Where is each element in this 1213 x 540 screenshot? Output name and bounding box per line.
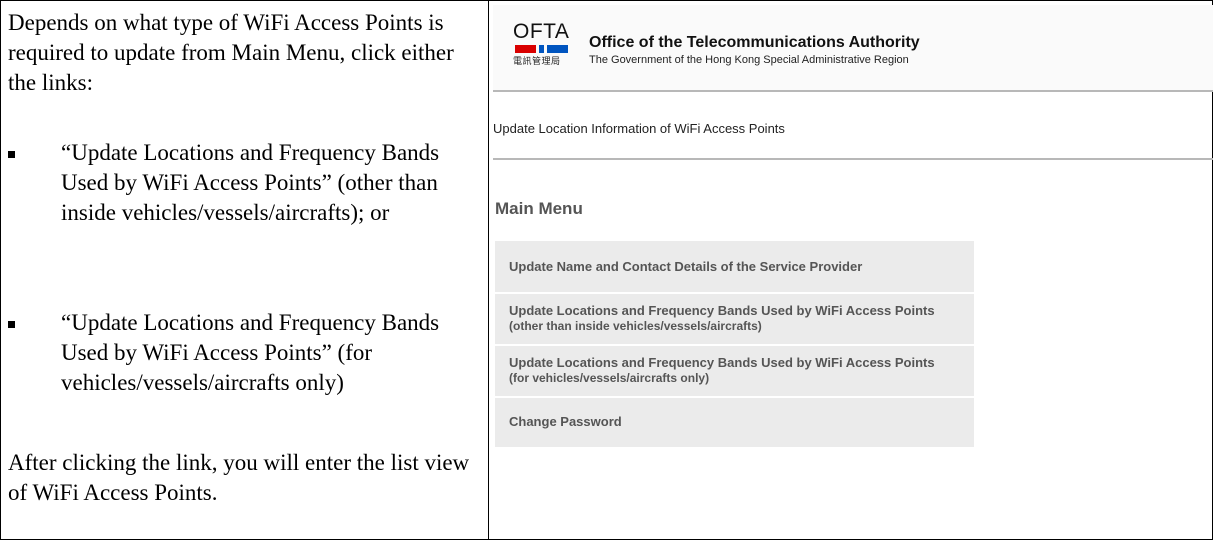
- menu-item-sublabel: (for vehicles/vessels/aircrafts only): [509, 371, 710, 385]
- instruction-outro: After clicking the link, you will enter …: [8, 450, 470, 505]
- menu-item-label: Update Locations and Frequency Bands Use…: [509, 355, 935, 370]
- org-name: Office of the Telecommunications Authori…: [589, 34, 920, 51]
- ofta-logo[interactable]: OFTA 電訊管理局: [513, 20, 573, 68]
- site-header: OFTA 電訊管理局 Office of the Telecommunicati…: [493, 5, 1213, 92]
- logo-stripes-icon: [513, 45, 573, 53]
- instruction-bullet: “Update Locations and Frequency Bands Us…: [8, 308, 488, 398]
- app-screenshot: OFTA 電訊管理局 Office of the Telecommunicati…: [493, 5, 1213, 537]
- logo-text: OFTA: [513, 20, 570, 43]
- instruction-bullet: “Update Locations and Frequency Bands Us…: [8, 138, 488, 228]
- subtitle-bar: Update Location Information of WiFi Acce…: [493, 92, 1213, 160]
- org-subtitle: The Government of the Hong Kong Special …: [589, 54, 909, 66]
- instruction-intro: Depends on what type of WiFi Access Poin…: [8, 10, 454, 95]
- menu-item-label: Update Name and Contact Details of the S…: [509, 259, 863, 274]
- instruction-bullet-text: “Update Locations and Frequency Bands Us…: [61, 310, 440, 395]
- page-subtitle: Update Location Information of WiFi Acce…: [493, 121, 785, 136]
- menu-item-label: Change Password: [509, 414, 622, 429]
- main-menu: Update Name and Contact Details of the S…: [495, 241, 974, 449]
- menu-item-change-password[interactable]: Change Password: [495, 398, 974, 447]
- menu-item-label: Update Locations and Frequency Bands Use…: [509, 303, 935, 318]
- column-divider: [488, 0, 489, 540]
- menu-item-sublabel: (other than inside vehicles/vessels/airc…: [509, 319, 762, 333]
- menu-title: Main Menu: [495, 199, 583, 218]
- bullet-square-icon: [8, 321, 15, 328]
- menu-item-update-contact-details[interactable]: Update Name and Contact Details of the S…: [495, 241, 974, 292]
- instruction-bullet-text: “Update Locations and Frequency Bands Us…: [61, 140, 440, 225]
- menu-item-update-locations-other[interactable]: Update Locations and Frequency Bands Use…: [495, 294, 974, 344]
- logo-chinese-text: 電訊管理局: [513, 57, 561, 67]
- bullet-square-icon: [8, 151, 15, 158]
- menu-item-update-locations-vehicles[interactable]: Update Locations and Frequency Bands Use…: [495, 346, 974, 396]
